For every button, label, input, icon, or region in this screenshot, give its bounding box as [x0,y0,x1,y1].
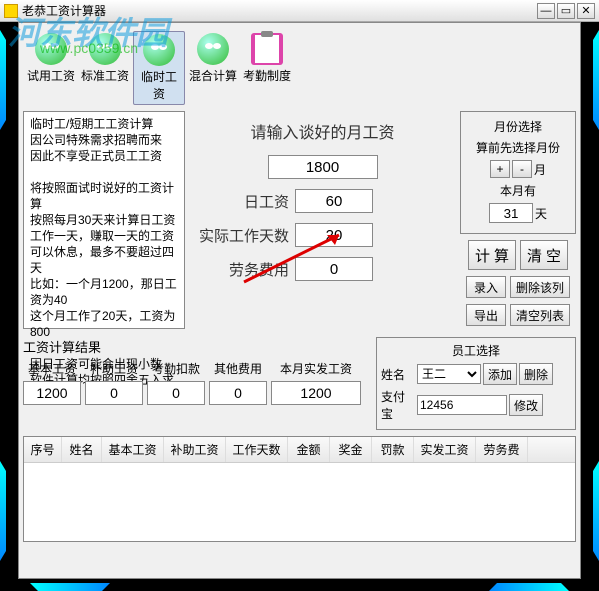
right-panel: 月份选择 算前先选择月份 + - 月 本月有 天 计算 清空 录入 删除该 [460,111,576,329]
clear-button[interactable]: 清空 [520,240,568,270]
col-workdays[interactable]: 工作天数 [226,437,288,462]
result-panel: 工资计算结果 基本工资 补助工资 考勤扣款 其他费用 本月实发工资 [23,337,370,430]
toolbar: 试用工资 标准工资 临时工资 混合计算 考勤制度 [23,27,576,107]
calculate-button[interactable]: 计算 [468,240,516,270]
tab-attendance[interactable]: 考勤制度 [241,31,293,105]
month-suffix: 月 [534,161,546,178]
frame-decor [0,30,6,130]
frame-decor [489,583,569,591]
current-month-label: 本月有 [465,182,571,199]
person-icon [197,33,229,65]
tab-mixed-calc[interactable]: 混合计算 [187,31,239,105]
input-panel: 请输入谈好的月工资 日工资 实际工作天数 劳务费用 [189,111,456,329]
tab-temp-wage[interactable]: 临时工资 [133,31,185,105]
daily-wage-input[interactable] [295,189,373,213]
col-index[interactable]: 序号 [24,437,62,462]
days-in-month-input[interactable] [489,203,533,223]
col-subsidy[interactable]: 补助工资 [164,437,226,462]
person-icon [143,34,175,66]
monthly-wage-input[interactable] [268,155,378,179]
result-base-input[interactable] [23,381,81,405]
modify-button[interactable]: 修改 [509,394,543,416]
daily-wage-label: 日工资 [197,191,289,212]
frame-decor [593,461,599,561]
minimize-button[interactable]: — [537,3,555,19]
maximize-button[interactable]: ▭ [557,3,575,19]
alipay-input[interactable] [417,395,507,415]
header-actual: 本月实发工资 [271,360,361,377]
result-attendance-input[interactable] [147,381,205,405]
col-actual[interactable]: 实发工资 [414,437,476,462]
result-other-input[interactable] [209,381,267,405]
app-icon [4,4,18,18]
data-table[interactable]: 序号 姓名 基本工资 补助工资 工作天数 金额 奖金 罚款 实发工资 劳务费 [23,436,576,542]
window-title: 老恭工资计算器 [22,2,535,19]
month-select-box: 月份选择 算前先选择月份 + - 月 本月有 天 [460,111,576,234]
header-other: 其他费用 [209,360,267,377]
clipboard-icon [251,33,283,65]
tab-label: 标准工资 [81,67,129,84]
month-title: 月份选择 [465,118,571,135]
frame-decor [0,461,6,561]
record-button[interactable]: 录入 [466,276,506,298]
employee-title: 员工选择 [381,342,571,359]
tab-label: 试用工资 [27,67,75,84]
app-body: 试用工资 标准工资 临时工资 混合计算 考勤制度 临时工/短期工工资计算 因公司… [18,22,581,579]
col-bonus[interactable]: 奖金 [330,437,372,462]
labor-fee-input[interactable] [295,257,373,281]
days-suffix: 天 [535,205,547,222]
month-subtitle: 算前先选择月份 [465,139,571,156]
employee-name-select[interactable]: 王二 [417,364,481,384]
frame-decor [30,583,110,591]
titlebar: 老恭工资计算器 — ▭ ✕ [0,0,599,22]
table-header: 序号 姓名 基本工资 补助工资 工作天数 金额 奖金 罚款 实发工资 劳务费 [24,437,575,463]
work-days-input[interactable] [295,223,373,247]
col-base[interactable]: 基本工资 [102,437,164,462]
name-label: 姓名 [381,366,415,383]
add-employee-button[interactable]: 添加 [483,363,517,385]
clear-list-button[interactable]: 清空列表 [510,304,570,326]
alipay-label: 支付宝 [381,388,415,422]
close-button[interactable]: ✕ [577,3,595,19]
header-subsidy: 补助工资 [85,360,143,377]
header-base: 基本工资 [23,360,81,377]
delete-employee-button[interactable]: 删除 [519,363,553,385]
labor-fee-label: 劳务费用 [197,259,289,280]
tab-standard-wage[interactable]: 标准工资 [79,31,131,105]
col-amount[interactable]: 金额 [288,437,330,462]
result-actual-input[interactable] [271,381,361,405]
export-button[interactable]: 导出 [466,304,506,326]
col-name[interactable]: 姓名 [62,437,102,462]
tab-label: 混合计算 [189,67,237,84]
delete-row-button[interactable]: 删除该列 [510,276,570,298]
description-text: 临时工/短期工工资计算 因公司特殊需求招聘而来 因此不享受正式员工工资 将按照面… [23,111,185,329]
employee-box: 员工选择 姓名 王二 添加 删除 支付宝 修改 [376,337,576,430]
result-title: 工资计算结果 [23,337,370,356]
col-labor[interactable]: 劳务费 [476,437,528,462]
col-penalty[interactable]: 罚款 [372,437,414,462]
tab-label: 临时工资 [136,68,182,102]
frame-decor [593,30,599,130]
work-days-label: 实际工作天数 [197,225,289,246]
result-subsidy-input[interactable] [85,381,143,405]
header-attendance: 考勤扣款 [147,360,205,377]
tab-label: 考勤制度 [243,67,291,84]
person-icon [35,33,67,65]
month-minus-button[interactable]: - [512,160,532,178]
tab-trial-wage[interactable]: 试用工资 [25,31,77,105]
person-icon [89,33,121,65]
prompt-label: 请输入谈好的月工资 [197,119,448,143]
month-plus-button[interactable]: + [490,160,510,178]
